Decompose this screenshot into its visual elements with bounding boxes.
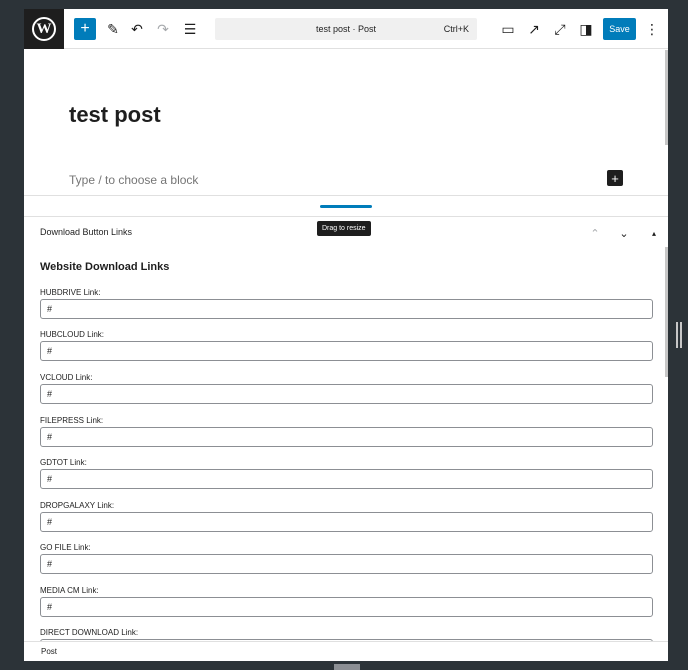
redo-icon[interactable]: ↷ — [152, 18, 174, 40]
metabox-scrollbar[interactable] — [665, 247, 668, 377]
field-filepress: FILEPRESS Link: — [40, 416, 653, 447]
vcloud-link-input[interactable] — [40, 384, 653, 404]
wordpress-logo-button[interactable]: W — [24, 9, 64, 49]
gdtot-link-input[interactable] — [40, 469, 653, 489]
view-post-icon[interactable]: ↗ — [523, 18, 545, 40]
field-vcloud: VCLOUD Link: — [40, 373, 653, 404]
document-overview-icon[interactable]: ☰ — [179, 18, 201, 40]
resize-tooltip: Drag to resize — [317, 221, 371, 236]
block-placeholder[interactable]: Type / to choose a block — [69, 173, 198, 187]
field-label: FILEPRESS Link: — [40, 416, 104, 425]
breadcrumb-post[interactable]: Post — [41, 647, 57, 656]
fullscreen-icon[interactable]: ⤢ — [549, 18, 571, 40]
field-gdtot: GDTOT Link: — [40, 458, 653, 489]
command-palette-bar[interactable]: test post · Post Ctrl+K — [215, 18, 477, 40]
hubdrive-link-input[interactable] — [40, 299, 653, 319]
resize-handle[interactable] — [320, 205, 372, 208]
field-label: VCLOUD Link: — [40, 373, 93, 382]
field-label: HUBCLOUD Link: — [40, 330, 105, 339]
filepress-link-input[interactable] — [40, 427, 653, 447]
hubcloud-link-input[interactable] — [40, 341, 653, 361]
editor-window: W + ✎ ↶ ↷ ☰ test post · Post Ctrl+K ▭ ↗ … — [24, 9, 668, 661]
collapse-toggle-icon[interactable]: ▴ — [646, 225, 662, 241]
field-label: GDTOT Link: — [40, 458, 87, 467]
post-title[interactable]: test post — [69, 102, 161, 128]
field-hubdrive: HUBDRIVE Link: — [40, 288, 653, 319]
field-gofile: GO FILE Link: — [40, 543, 653, 574]
window-resize-grip[interactable] — [676, 322, 682, 348]
settings-sidebar-icon[interactable]: ◨ — [575, 18, 597, 40]
field-hubcloud: HUBCLOUD Link: — [40, 330, 653, 361]
dropgalaxy-link-input[interactable] — [40, 512, 653, 532]
options-menu-icon[interactable]: ⋮ — [641, 18, 663, 40]
field-dropgalaxy: DROPGALAXY Link: — [40, 501, 653, 532]
editor-toolbar: W + ✎ ↶ ↷ ☰ test post · Post Ctrl+K ▭ ↗ … — [24, 9, 668, 49]
field-label: MEDIA CM Link: — [40, 586, 99, 595]
block-breadcrumb-bar: Post — [24, 641, 668, 661]
undo-icon[interactable]: ↶ — [126, 18, 148, 40]
field-label: GO FILE Link: — [40, 543, 91, 552]
metabox-title: Download Button Links — [40, 227, 133, 237]
section-heading: Website Download Links — [40, 261, 170, 273]
edit-tool-icon[interactable]: ✎ — [102, 18, 124, 40]
field-label: HUBDRIVE Link: — [40, 288, 101, 297]
mediacm-link-input[interactable] — [40, 597, 653, 617]
field-mediacm: MEDIA CM Link: — [40, 586, 653, 617]
preview-icon[interactable]: ▭ — [497, 18, 519, 40]
canvas-scrollbar[interactable] — [665, 50, 668, 145]
document-title: test post · Post — [315, 24, 377, 34]
block-inserter-toggle[interactable]: + — [74, 18, 96, 40]
metabox-resize-zone — [24, 195, 668, 217]
gofile-link-input[interactable] — [40, 554, 653, 574]
wordpress-logo-icon: W — [32, 17, 56, 41]
field-label: DIRECT DOWNLOAD Link: — [40, 628, 139, 637]
window-bottom-handle[interactable] — [334, 664, 360, 670]
command-shortcut: Ctrl+K — [443, 24, 469, 34]
inline-block-inserter-button[interactable]: + — [607, 170, 623, 186]
save-button[interactable]: Save — [603, 18, 636, 40]
move-down-icon[interactable]: ⌄ — [616, 225, 632, 241]
field-label: DROPGALAXY Link: — [40, 501, 115, 510]
move-up-icon[interactable]: ⌃ — [587, 225, 603, 241]
editor-canvas: test post Type / to choose a block + — [24, 50, 668, 196]
